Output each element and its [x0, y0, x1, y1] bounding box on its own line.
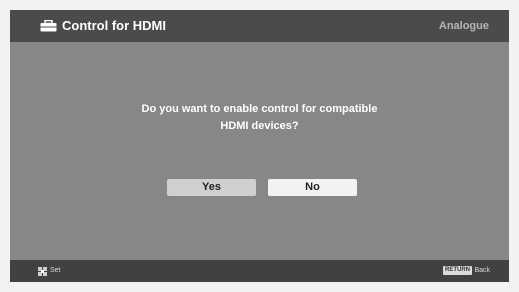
back-hint-label: Back — [474, 267, 490, 274]
return-key-icon: RETURN — [443, 266, 472, 275]
toolbox-icon — [40, 20, 57, 32]
menu-title: Control for HDMI — [62, 18, 166, 33]
input-source-label: Analogue — [438, 20, 489, 32]
tv-menu-screen: Control for HDMI Analogue Do you want to… — [10, 10, 509, 282]
confirmation-question: Do you want to enable control for compat… — [10, 101, 509, 135]
set-hint-label: Set — [50, 267, 61, 274]
menu-header: Control for HDMI Analogue — [10, 10, 509, 42]
no-button[interactable]: No — [268, 179, 357, 196]
question-line-1: Do you want to enable control for compat… — [141, 103, 378, 115]
question-line-2: HDMI devices? — [220, 120, 299, 132]
menu-footer: Set RETURN Back — [10, 260, 509, 282]
dpad-icon — [38, 267, 47, 276]
yes-button[interactable]: Yes — [167, 179, 256, 196]
